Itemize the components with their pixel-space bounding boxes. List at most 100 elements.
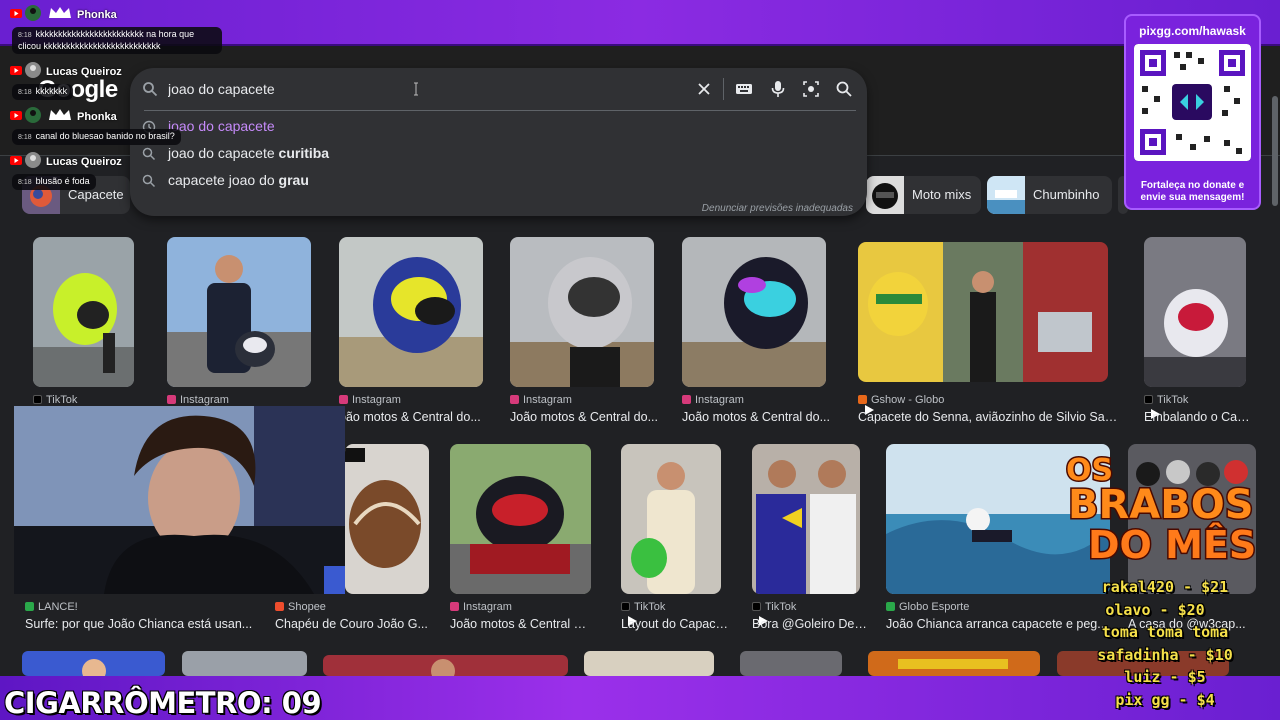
result-image-partial[interactable] bbox=[22, 651, 165, 676]
result-title: João motos & Central do... bbox=[682, 410, 830, 424]
result-source: Instagram bbox=[339, 394, 401, 406]
result-image bbox=[339, 237, 483, 387]
youtube-icon bbox=[10, 156, 22, 165]
result-source: LANCE! bbox=[25, 601, 78, 613]
image-result[interactable]: Gshow - Globo Capacete do Senna, aviãozi… bbox=[858, 242, 1118, 427]
donor-entry: safadinha - $10 bbox=[1097, 646, 1233, 664]
text-cursor-icon bbox=[414, 82, 418, 96]
chip-chumbinho[interactable]: Chumbinho bbox=[987, 176, 1112, 214]
camera-search-icon[interactable] bbox=[802, 80, 820, 98]
search-icon bbox=[142, 147, 156, 161]
qr-code-icon bbox=[1134, 44, 1251, 161]
image-result[interactable]: Instagram João motos & Central do... bbox=[682, 237, 830, 427]
chat-username: Phonka bbox=[77, 9, 117, 21]
result-title: Surfe: por que João Chianca está usan... bbox=[25, 617, 253, 631]
result-image-partial[interactable] bbox=[740, 651, 842, 676]
chip-moto-mixs[interactable]: Moto mixs bbox=[866, 176, 981, 214]
image-result[interactable]: Instagram oão motos & Central do... bbox=[339, 237, 483, 427]
result-image-partial[interactable] bbox=[868, 651, 1040, 676]
result-title: João motos & Central do... bbox=[510, 410, 658, 424]
result-source: TikTok bbox=[621, 601, 665, 613]
result-image-partial[interactable] bbox=[323, 655, 568, 676]
result-image-partial[interactable] bbox=[182, 651, 307, 676]
cigarette-counter: CIGARRÔMETRO: 09 bbox=[4, 686, 322, 720]
chip-label: Chumbinho bbox=[1033, 187, 1100, 202]
youtube-icon bbox=[10, 9, 22, 18]
image-result[interactable]: TikTok Layout do Capacet... bbox=[621, 444, 731, 634]
result-image bbox=[510, 237, 654, 387]
suggestion-item[interactable]: capacete joao do grau bbox=[130, 168, 867, 194]
search-divider-vertical bbox=[723, 78, 724, 100]
search-divider bbox=[144, 110, 856, 111]
svg-text:BRABOS: BRABOS bbox=[1068, 482, 1254, 528]
result-source: Instagram bbox=[167, 394, 229, 406]
result-image bbox=[752, 444, 860, 594]
member-badge-icon bbox=[49, 7, 71, 18]
result-image bbox=[450, 444, 591, 594]
webcam-overlay bbox=[14, 406, 345, 594]
result-title: Embalando o Capa... bbox=[1144, 410, 1254, 424]
image-result[interactable]: TikTok bbox=[33, 237, 134, 427]
avatar bbox=[25, 5, 41, 21]
chat-message: 8:18 kkkkkkkkkkkkkkkkkkkkkkkk na hora que… bbox=[12, 27, 222, 54]
result-image bbox=[33, 237, 134, 387]
keyboard-icon[interactable] bbox=[735, 80, 753, 98]
image-result[interactable]: TikTok Embalando o Capa... bbox=[1144, 237, 1254, 427]
chip-label: Moto mixs bbox=[912, 187, 972, 202]
avatar bbox=[25, 107, 41, 123]
youtube-icon bbox=[10, 111, 22, 120]
result-source: TikTok bbox=[33, 394, 77, 406]
result-source: Instagram bbox=[510, 394, 572, 406]
microphone-icon[interactable] bbox=[769, 80, 787, 98]
streamer-webcam-image bbox=[14, 406, 345, 594]
report-predictions-link[interactable]: Denunciar previsões inadequadas bbox=[702, 203, 853, 214]
suggestion-text: joao do capacete curitiba bbox=[168, 145, 330, 161]
chat-message: 8:18 blusão é foda bbox=[12, 174, 96, 190]
image-result[interactable]: Instagram bbox=[167, 237, 311, 427]
search-box[interactable] bbox=[130, 68, 867, 110]
donate-url: pixgg.com/hawask bbox=[1139, 24, 1246, 38]
avatar bbox=[25, 152, 41, 168]
svg-text:DO MÊS: DO MÊS bbox=[1088, 523, 1256, 567]
result-title: Capacete do Senna, aviãozinho de Silvio … bbox=[858, 410, 1118, 424]
image-result[interactable]: Instagram João motos & Central d... bbox=[450, 444, 591, 634]
donate-caption: Fortaleça no donate e envie sua mensagem… bbox=[1140, 180, 1245, 203]
result-title: Layout do Capacet... bbox=[621, 617, 731, 631]
result-image bbox=[345, 444, 429, 594]
donor-entry: rakal420 - $21 bbox=[1101, 578, 1229, 596]
donor-entry: toma toma toma bbox=[1101, 623, 1229, 641]
suggestion-text: capacete joao do grau bbox=[168, 172, 309, 188]
search-panel: joao do capacete joao do capacete curiti… bbox=[130, 68, 867, 216]
member-badge-icon bbox=[49, 109, 71, 120]
chip-thumbnail bbox=[987, 176, 1025, 214]
clear-icon[interactable] bbox=[695, 80, 713, 98]
page-scrollbar[interactable] bbox=[1272, 96, 1278, 206]
result-title: Bora @Goleiro De ... bbox=[752, 617, 867, 631]
result-image-partial[interactable] bbox=[584, 651, 714, 676]
result-source: TikTok bbox=[1144, 394, 1188, 406]
search-submit-icon[interactable] bbox=[835, 80, 853, 98]
suggestion-item[interactable]: joao do capacete curitiba bbox=[130, 141, 867, 167]
donor-entry: pix gg - $4 bbox=[1115, 691, 1215, 709]
image-result[interactable]: TikTok Bora @Goleiro De ... bbox=[752, 444, 867, 634]
donor-entry: luiz - $5 bbox=[1124, 668, 1206, 686]
search-icon bbox=[142, 174, 156, 188]
avatar bbox=[25, 62, 41, 78]
result-source: Globo Esporte bbox=[886, 601, 969, 613]
youtube-icon bbox=[10, 66, 22, 75]
result-title: oão motos & Central do... bbox=[339, 410, 481, 424]
suggestion-item[interactable]: joao do capacete bbox=[130, 114, 867, 140]
image-result[interactable]: Instagram João motos & Central do... bbox=[510, 237, 658, 427]
suggestion-text: joao do capacete bbox=[168, 118, 275, 134]
result-title: Chapéu de Couro João G... bbox=[275, 617, 428, 631]
search-icon bbox=[143, 82, 158, 97]
chat-username: Lucas Queiroz bbox=[46, 66, 122, 78]
brabos-do-mes-logo: OS BRABOS DO MÊS bbox=[1065, 452, 1258, 569]
result-image bbox=[1144, 237, 1246, 387]
result-source: Shopee bbox=[275, 601, 326, 613]
chat-message: 8:18 canal do bluesao banido no brasil? bbox=[12, 129, 181, 145]
result-image bbox=[167, 237, 311, 387]
result-title: João motos & Central d... bbox=[450, 617, 591, 631]
result-source: Instagram bbox=[450, 601, 512, 613]
search-input[interactable] bbox=[168, 78, 688, 100]
